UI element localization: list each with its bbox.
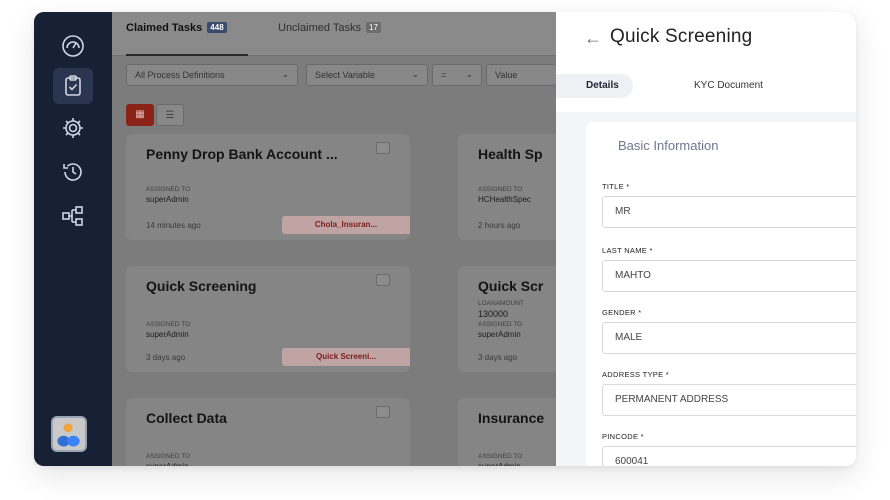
assigned-value: HCHealthSpec: [478, 195, 531, 204]
card-time: 3 days ago: [478, 353, 518, 362]
title-field[interactable]: MR: [602, 196, 856, 228]
card-time: 2 hours ago: [478, 221, 521, 230]
task-card[interactable]: Collect Data ASSIGNED TO superAdmin: [126, 398, 410, 466]
assigned-value: superAdmin: [146, 330, 189, 339]
gender-field[interactable]: MALE: [602, 322, 856, 354]
workflow-icon[interactable]: [53, 198, 93, 234]
card-title: Collect Data: [146, 410, 227, 426]
select-value: All Process Definitions: [135, 70, 225, 80]
tab-claimed-tasks[interactable]: Claimed Tasks 448: [126, 22, 227, 34]
value-input[interactable]: Value: [486, 64, 556, 86]
app-window: Claimed Tasks 448 Unclaimed Tasks 17 All…: [34, 12, 856, 466]
card-checkbox[interactable]: [376, 274, 390, 286]
drawer-header: ← Quick Screening Details KYC Document: [556, 12, 856, 112]
grid-view-button[interactable]: ▦: [126, 104, 154, 126]
task-card[interactable]: Penny Drop Bank Account ... ASSIGNED TO …: [126, 134, 410, 240]
chevron-down-icon: ⌄: [465, 69, 473, 79]
address-type-label: ADDRESS TYPE *: [602, 370, 669, 379]
task-list-area: Claimed Tasks 448 Unclaimed Tasks 17 All…: [112, 12, 578, 466]
assigned-label: ASSIGNED TO: [146, 321, 191, 328]
grid-icon: ▦: [135, 109, 145, 120]
gender-label: GENDER *: [602, 308, 642, 317]
card-title: Quick Screening: [146, 278, 257, 294]
list-view-button[interactable]: ☰: [156, 104, 184, 126]
view-toggle: ▦ ☰: [126, 104, 214, 126]
assigned-value: superAdmin: [478, 462, 521, 466]
tab-label: Claimed Tasks: [126, 22, 203, 34]
card-title: Penny Drop Bank Account ...: [146, 146, 338, 162]
dashboard-icon[interactable]: [53, 28, 93, 64]
operator-select[interactable]: = ⌄: [432, 64, 482, 86]
tab-kyc-document[interactable]: KYC Document: [680, 74, 777, 98]
active-tab-indicator: [126, 54, 248, 56]
loan-amount-value: 130000: [478, 309, 509, 319]
card-time: 3 days ago: [146, 353, 186, 362]
count-badge: 17: [366, 22, 381, 33]
drawer-title: Quick Screening: [610, 26, 753, 47]
title-label: TITLE *: [602, 182, 630, 191]
last-name-field[interactable]: MAHTO: [602, 260, 856, 292]
chevron-down-icon: ⌄: [281, 69, 289, 79]
assigned-value: superAdmin: [146, 195, 189, 204]
card-checkbox[interactable]: [376, 406, 390, 418]
task-card[interactable]: Quick Screening ASSIGNED TO superAdmin 3…: [126, 266, 410, 372]
history-icon[interactable]: [53, 154, 93, 190]
input-placeholder: Value: [495, 70, 518, 80]
chevron-down-icon: ⌄: [411, 69, 419, 79]
address-type-field[interactable]: PERMANENT ADDRESS: [602, 384, 856, 416]
tasks-icon[interactable]: [53, 68, 93, 104]
sidebar: [34, 12, 112, 466]
assigned-label: ASSIGNED TO: [478, 186, 523, 193]
tab-details[interactable]: Details: [556, 74, 633, 98]
tab-unclaimed-tasks[interactable]: Unclaimed Tasks 17: [278, 22, 381, 34]
task-tabs: Claimed Tasks 448 Unclaimed Tasks 17: [112, 12, 556, 56]
assigned-value: superAdmin: [478, 330, 521, 339]
select-value: Select Variable: [315, 70, 375, 80]
avatar[interactable]: [51, 416, 87, 452]
assigned-label: ASSIGNED TO: [478, 453, 523, 460]
count-badge: 448: [207, 22, 227, 33]
last-name-label: LAST NAME *: [602, 246, 653, 255]
settings-icon[interactable]: [53, 110, 93, 146]
section-title: Basic Information: [618, 138, 719, 153]
assigned-label: ASSIGNED TO: [478, 321, 523, 328]
assigned-label: ASSIGNED TO: [146, 186, 191, 193]
process-pill: Chola_Insuran...: [282, 216, 410, 234]
pincode-label: PINCODE *: [602, 432, 644, 441]
pincode-field[interactable]: 600041: [602, 446, 856, 466]
process-definition-select[interactable]: All Process Definitions ⌄: [126, 64, 298, 86]
process-pill: Quick Screeni...: [282, 348, 410, 366]
list-icon: ☰: [165, 110, 175, 121]
card-time: 14 minutes ago: [146, 221, 201, 230]
select-value: =: [441, 70, 447, 80]
assigned-label: ASSIGNED TO: [146, 453, 191, 460]
loan-amount-label: LOANAMOUNT: [478, 300, 524, 307]
variable-select[interactable]: Select Variable ⌄: [306, 64, 428, 86]
task-detail-drawer: ← Quick Screening Details KYC Document B…: [556, 12, 856, 466]
tab-label: Unclaimed Tasks: [278, 22, 361, 34]
assigned-value: superAdmin: [146, 462, 189, 466]
form-area: Basic Information TITLE * MR LAST NAME *…: [556, 112, 856, 466]
back-arrow-icon[interactable]: ←: [584, 28, 602, 49]
card-checkbox[interactable]: [376, 142, 390, 154]
